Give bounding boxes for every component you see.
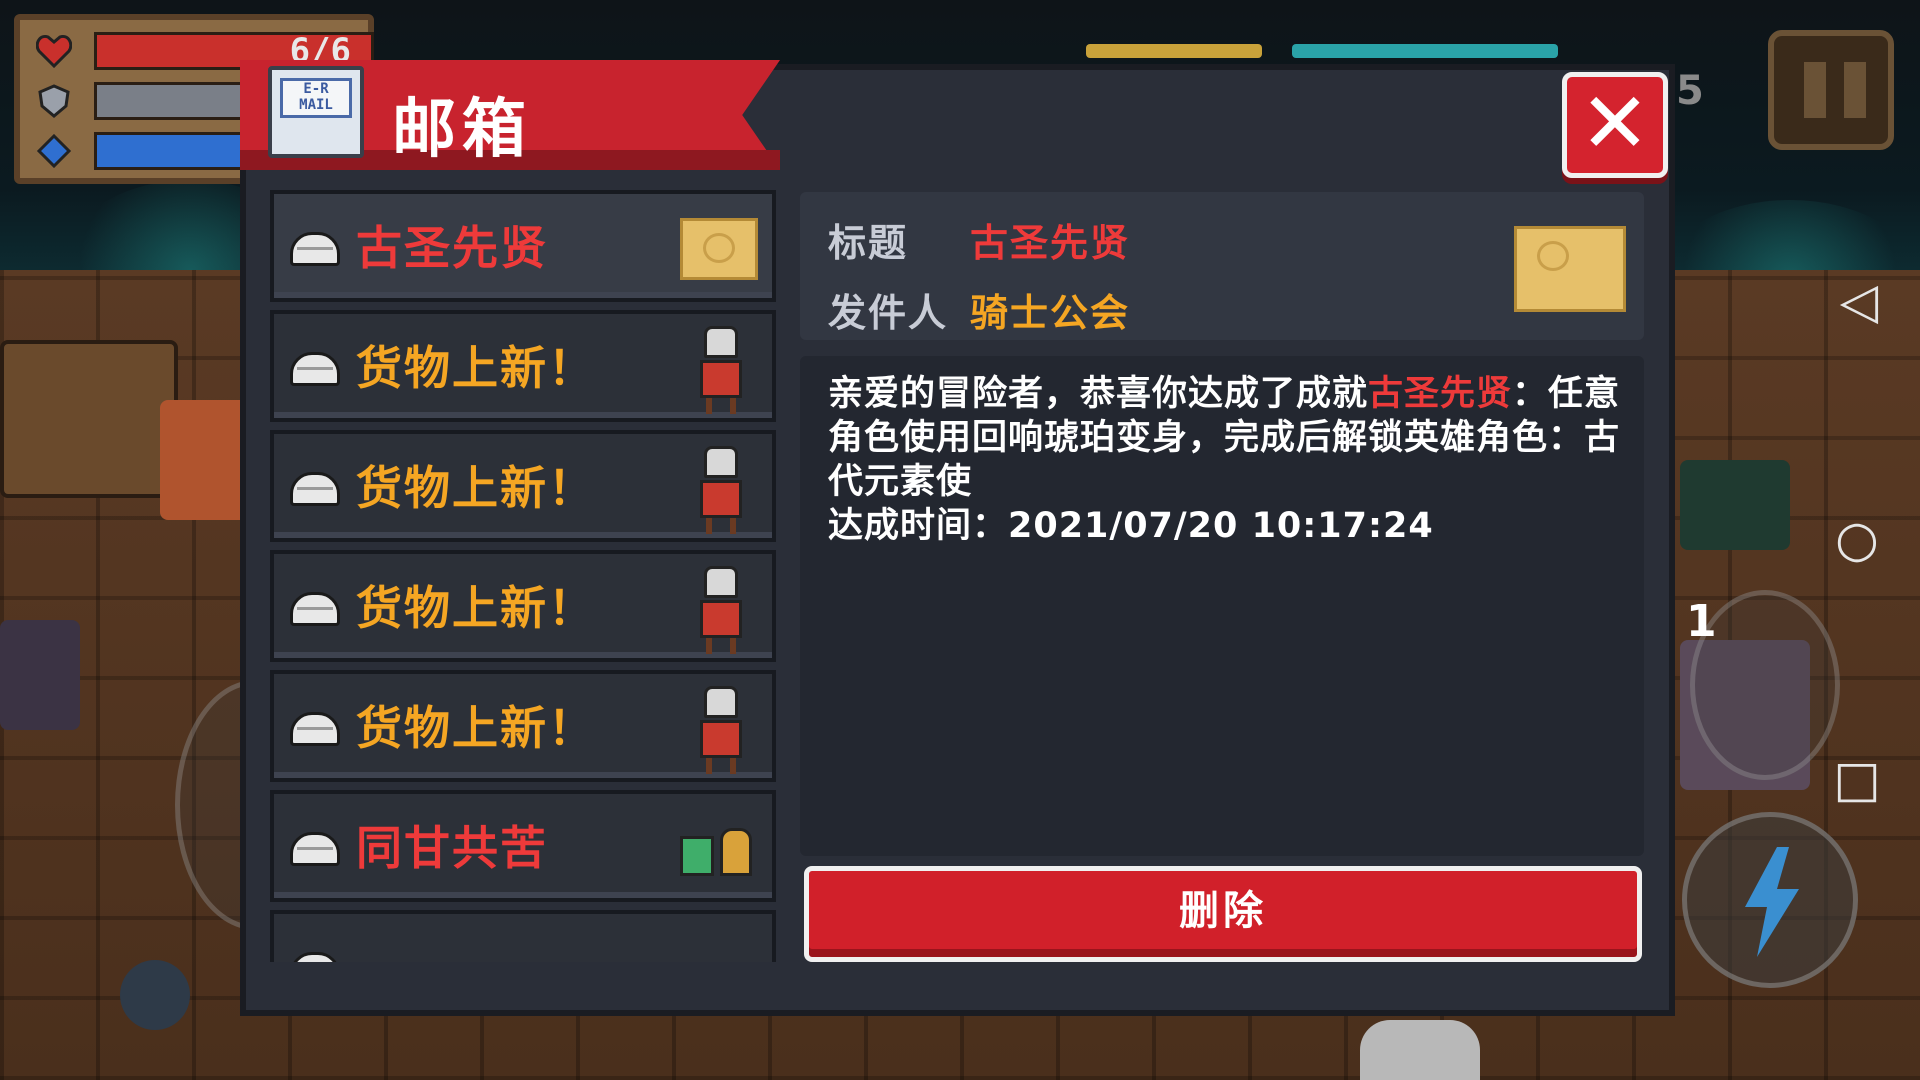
mail-body-text: 亲爱的冒险者，恭喜你达成了成就古圣先贤：任意角色使用回响琥珀变身，完成后解锁英雄… xyxy=(828,372,1628,548)
skill-charge-count: 1 xyxy=(1686,596,1717,647)
close-icon: ✕ xyxy=(1579,74,1651,172)
envelope-open-icon xyxy=(290,712,340,746)
merchant-icon xyxy=(698,686,744,776)
coin-counter-fragment: 5 xyxy=(1676,68,1704,114)
mailbox-title: 邮箱 xyxy=(392,93,532,167)
merchant-icon xyxy=(698,566,744,656)
sender-label: 发件人 xyxy=(828,291,949,335)
sender-value: 骑士公会 xyxy=(970,291,1131,335)
mail-item-title: 货物上新！ xyxy=(356,701,596,755)
mail-list-item[interactable]: 货物上新！ xyxy=(270,310,776,422)
envelope-open-icon xyxy=(290,952,340,962)
mail-body-prefix: 亲爱的冒险者，恭喜你达成了成就 xyxy=(828,374,1369,414)
pet-sprite xyxy=(1360,1020,1480,1080)
mail-envelope-text: E-R MAIL xyxy=(299,81,333,113)
merchant-icon xyxy=(698,326,744,416)
mail-item-title: 古圣先贤 xyxy=(356,221,548,275)
mail-body-achievement: 古圣先贤 xyxy=(1368,374,1513,414)
envelope-open-icon xyxy=(290,592,340,626)
pause-button[interactable] xyxy=(1768,30,1894,150)
envelope-open-icon xyxy=(290,472,340,506)
skill-button[interactable] xyxy=(1682,812,1858,988)
mail-list-item[interactable]: 古圣先贤 xyxy=(270,190,776,302)
mail-body-time: 达成时间：2021/07/20 10:17:24 xyxy=(828,506,1434,546)
mail-list-item[interactable]: 货物上新！ xyxy=(270,670,776,782)
pause-icon-bar xyxy=(1844,62,1866,118)
mail-envelope-flap: E-R MAIL xyxy=(280,78,352,118)
buff-bar-teal xyxy=(1292,44,1558,58)
envelope-open-icon xyxy=(290,232,340,266)
heart-icon xyxy=(35,34,73,69)
system-back-button[interactable]: ◁ xyxy=(1824,276,1894,326)
npc-sprite-left xyxy=(0,620,80,730)
npc-merchant-sprite xyxy=(160,400,250,520)
delete-label: 删除 xyxy=(1179,888,1267,934)
mail-list[interactable]: 古圣先贤 货物上新！ 货物上新！ 货物上新！ 货物上新！ 同甘共苦 xyxy=(270,190,778,962)
mail-item-title: 货物上新！ xyxy=(356,461,596,515)
delete-button[interactable]: 删除 xyxy=(804,866,1642,962)
buff-bar-gold xyxy=(1086,44,1262,58)
mail-list-item[interactable]: 货物上新！ xyxy=(270,430,776,542)
lightning-icon xyxy=(1745,847,1799,957)
pause-icon xyxy=(1804,62,1826,118)
system-home-button[interactable]: ○ xyxy=(1822,514,1892,564)
shop-counter xyxy=(0,340,178,498)
mail-list-item-partial[interactable] xyxy=(270,910,776,962)
mail-list-item[interactable]: 货物上新！ xyxy=(270,550,776,662)
envelope-open-icon xyxy=(290,832,340,866)
close-button[interactable]: ✕ xyxy=(1562,72,1668,178)
mail-item-title: 货物上新！ xyxy=(356,341,596,395)
chest-sprite xyxy=(1680,460,1790,550)
mail-list-item[interactable]: 同甘共苦 xyxy=(270,790,776,902)
merchant-icon xyxy=(698,446,744,536)
title-value: 古圣先贤 xyxy=(970,221,1131,265)
scroll-icon xyxy=(680,218,758,280)
scroll-icon xyxy=(1514,226,1626,312)
mail-item-title: 同甘共苦 xyxy=(356,821,548,875)
shield-icon xyxy=(36,84,72,118)
diamond-icon xyxy=(36,133,72,169)
system-recents-button[interactable]: □ xyxy=(1822,754,1892,804)
barrel-sprite xyxy=(120,960,190,1030)
title-label: 标题 xyxy=(828,221,909,265)
characters-icon xyxy=(680,818,758,880)
envelope-open-icon xyxy=(290,352,340,386)
mail-item-title: 货物上新！ xyxy=(356,581,596,635)
mail-envelope-icon: E-R MAIL xyxy=(268,66,364,158)
